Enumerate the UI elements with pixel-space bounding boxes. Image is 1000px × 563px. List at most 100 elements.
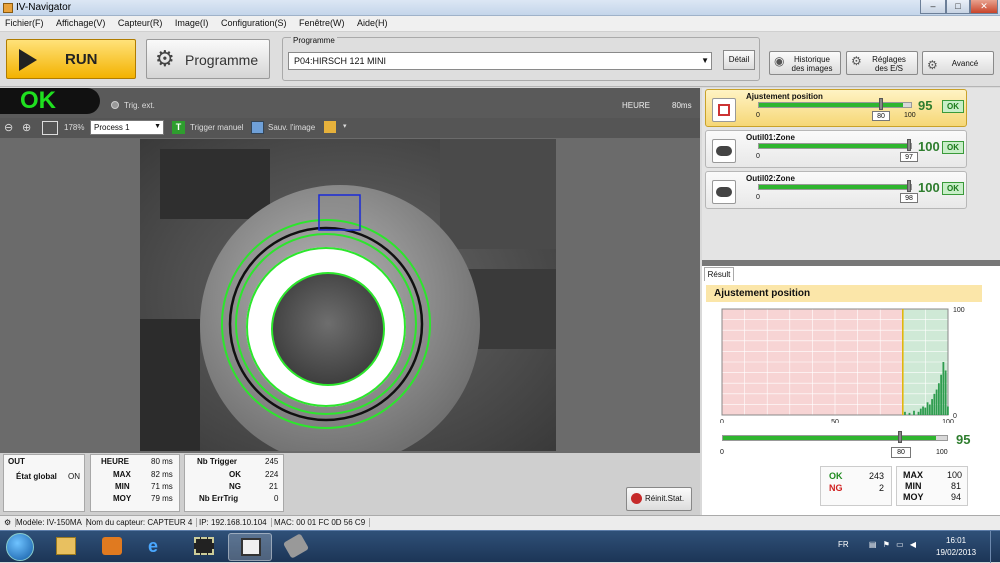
clock-time: 16:01 [946,536,967,545]
avance-label: Avancé [951,59,979,68]
zoom-in-icon[interactable]: ⊕ [22,121,31,134]
result-slider-fill [723,436,936,440]
tool-max: 100 [904,112,916,119]
display-icon[interactable]: ▭ [896,540,904,549]
programme-select[interactable]: P04:HIRSCH 121 MINI ▼ [288,52,712,70]
taskbar-usb-device[interactable] [274,533,318,561]
result-moy-label: MOY [903,492,924,502]
system-tray: FR ▤ ⚑ ▭ ◀ [838,540,916,549]
tool-outil02-zone[interactable]: Outil02:Zone 0 98 100 OK [705,171,967,209]
nb-trigger-label: Nb Trigger [197,457,238,466]
trigger-stats-box: Nb Trigger 245 OK 224 NG 21 Nb ErrTrig 0 [184,454,284,512]
heure-stats-title: HEURE [101,457,130,466]
save-image-button[interactable]: Sauv. l'image [250,120,315,135]
histogram-bar [919,408,922,415]
menu-configuration[interactable]: Configuration(S) [216,16,292,30]
histogram-bar [917,411,920,415]
historique-images-button[interactable]: ◉ Historique des images [769,51,841,75]
threshold-handle[interactable] [907,180,911,192]
histogram-bar [926,402,929,415]
threshold-handle[interactable] [879,98,883,110]
tool-threshold[interactable]: 97 [900,152,918,162]
avance-button[interactable]: ⚙ Avancé [922,51,994,75]
histogram-bar [944,370,947,415]
tool-outil01-zone[interactable]: Outil01:Zone 0 97 100 OK [705,130,967,168]
heure-max-value: 82 ms [151,470,173,479]
menu-fichier[interactable]: Fichier(F) [0,16,49,30]
close-button[interactable]: ✕ [970,0,998,14]
network-icon[interactable]: ▤ [869,540,877,549]
histogram-bar [924,407,927,415]
taskbar-iv-navigator[interactable] [228,533,272,561]
threshold-handle[interactable] [907,139,911,151]
save-image-label: Sauv. l'image [268,123,316,132]
reinit-stat-button[interactable]: Réinit.Stat. [626,487,692,511]
flag-icon[interactable]: ⚑ [883,540,890,549]
menu-image[interactable]: Image(I) [170,16,214,30]
taskbar-internet-explorer[interactable]: e [136,533,180,561]
maximize-button[interactable]: □ [946,0,970,14]
taskbar-media-player[interactable] [90,533,134,561]
trig-ext-indicator [111,101,119,109]
status-ip: IP: 192.168.10.104 [195,518,272,527]
trigger-manuel-button[interactable]: T Trigger manuel [170,120,244,135]
tool-value: 100 [918,180,940,195]
detail-button[interactable]: Détail [723,50,755,70]
show-desktop-button[interactable] [990,531,1000,563]
tool-threshold[interactable]: 80 [872,111,890,121]
start-button[interactable] [6,533,34,561]
fit-screen-icon[interactable] [42,121,58,135]
histogram-chart: 0 50 1000100 [720,307,965,423]
histogram-bar [947,406,949,415]
tool-min: 0 [756,112,760,119]
clock[interactable]: 16:01 19/02/2013 [936,535,976,559]
programme-select-value: P04:HIRSCH 121 MINI [294,56,387,66]
run-button[interactable]: RUN [6,39,136,79]
tool-name: Outil02:Zone [746,174,795,183]
nb-trigger-value: 245 [265,457,279,466]
reglages-es-button[interactable]: ⚙ Réglages des E/S [846,51,918,75]
camera-image[interactable] [140,139,556,451]
window-title: IV-Navigator [16,2,72,13]
tab-result[interactable]: Résult [704,267,734,281]
tool-slider[interactable] [758,143,912,149]
tool-ajustement-position[interactable]: Ajustement position 0 80 100 95 OK [705,89,967,127]
zoom-out-icon[interactable]: ⊖ [4,121,13,134]
tool-threshold[interactable]: 98 [900,193,918,203]
volume-icon[interactable]: ◀ [910,540,916,549]
result-threshold[interactable]: 80 [891,447,911,458]
result-title: Ajustement position [706,285,982,302]
taskbar-app-chip[interactable] [182,533,226,561]
heure-label: HEURE [622,101,651,110]
histogram-bar [937,383,940,415]
trigger-ok-label: OK [229,470,241,479]
heure-stats-current: 80 ms [151,457,173,466]
language-indicator[interactable]: FR [838,540,849,549]
tool-min: 0 [756,194,760,201]
minimize-button[interactable]: – [920,0,946,14]
result-value: 95 [956,432,971,447]
menu-fenetre[interactable]: Fenêtre(W) [294,16,350,30]
tool-slider[interactable] [758,102,912,108]
tool-status-badge: OK [942,182,964,195]
folder-icon[interactable] [324,121,336,133]
result-threshold-handle[interactable] [898,431,902,443]
result-moy-value: 94 [951,492,962,502]
position-tool-icon [712,98,736,122]
x-tick-label: 50 [831,419,839,423]
tool-slider-fill [759,144,911,148]
menu-capteur[interactable]: Capteur(R) [113,16,168,30]
programme-button[interactable]: ⚙ Programme [146,39,270,79]
menu-aide[interactable]: Aide(H) [352,16,393,30]
taskbar-explorer[interactable] [44,533,88,561]
status-modele: Modèle: IV-150MA [12,518,87,527]
max-min-moy: MAX 100 MIN 81 MOY 94 [896,466,968,506]
chevron-down-icon[interactable]: ▾ [343,122,347,130]
tool-slider[interactable] [758,184,912,190]
menu-affichage[interactable]: Affichage(V) [51,16,110,30]
heure-moy-value: 79 ms [151,494,173,503]
process-select[interactable]: Process 1 ▼ [90,120,164,135]
histogram-bar [942,362,945,415]
result-slider[interactable] [722,435,948,441]
tool-value: 100 [918,139,940,154]
